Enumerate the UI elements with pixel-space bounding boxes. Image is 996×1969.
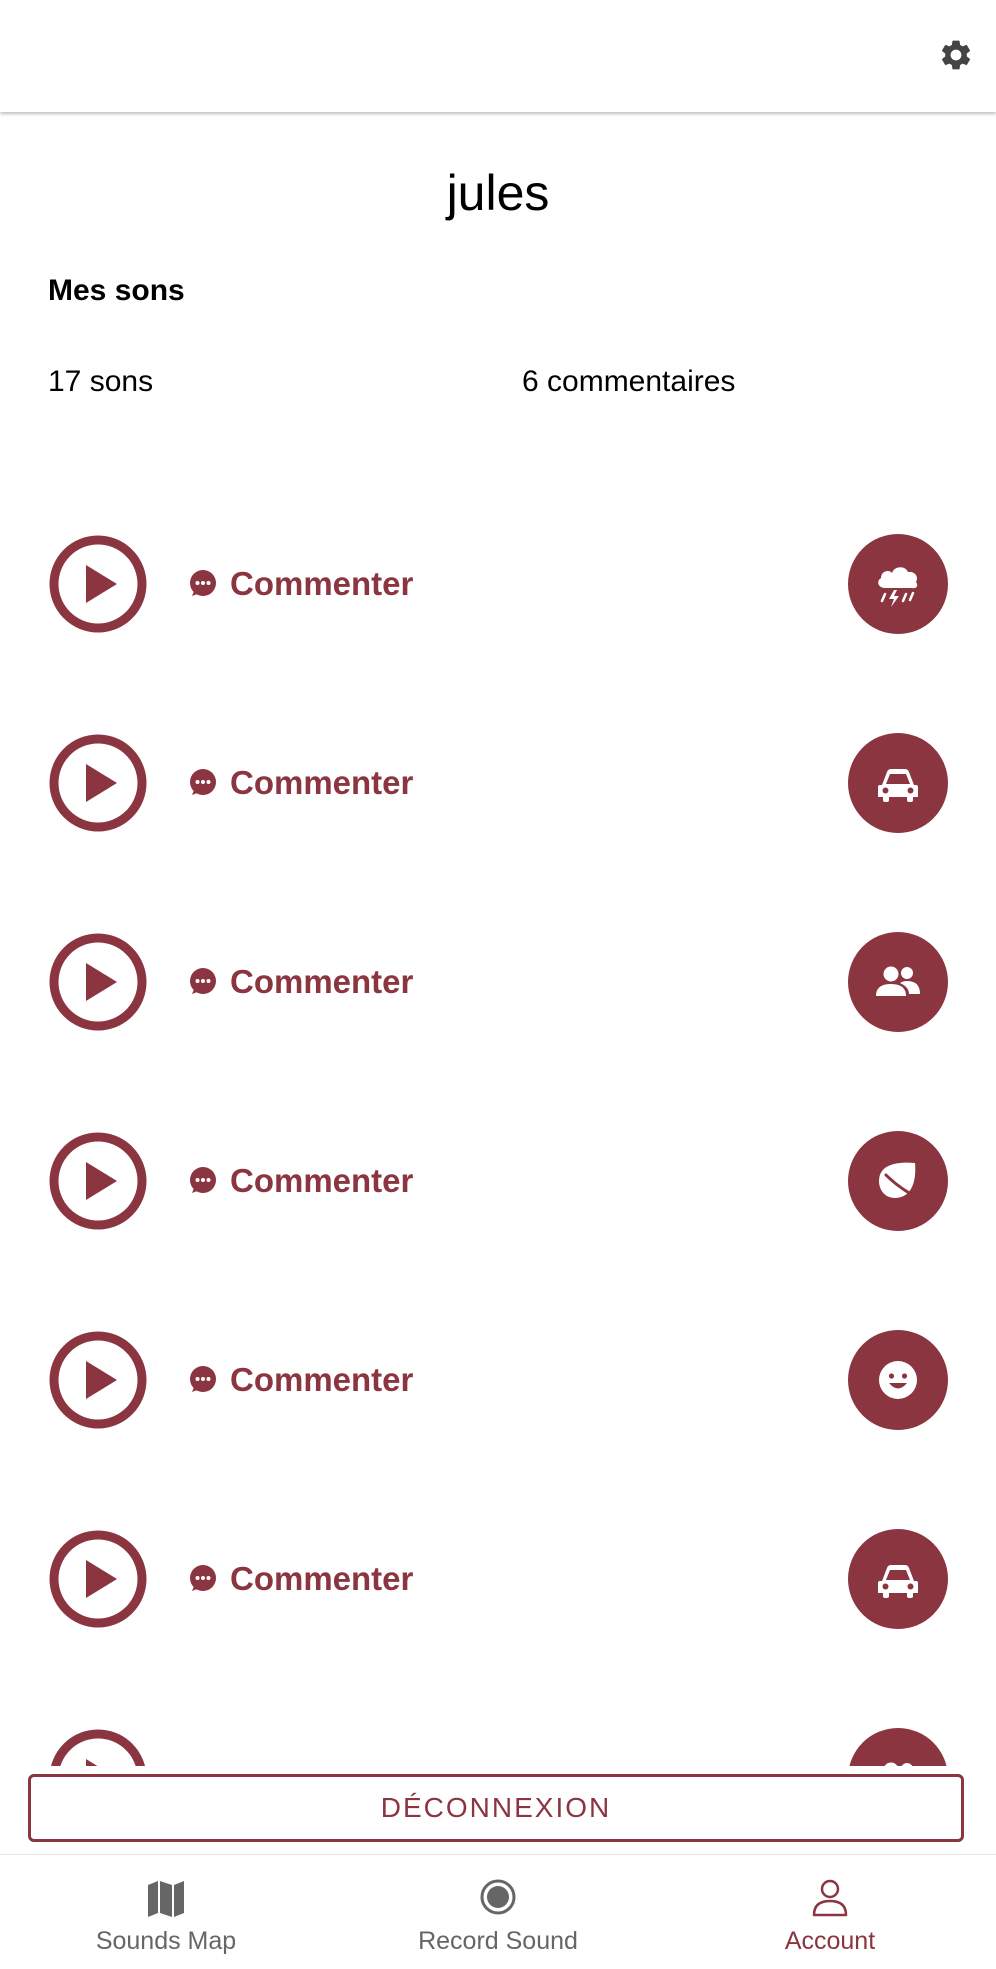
username-title: jules [446, 165, 550, 221]
smiley-icon [848, 1330, 948, 1430]
sound-row: Commenter [0, 1131, 996, 1330]
play-button[interactable] [48, 1529, 148, 1629]
comment-label: Commenter [230, 764, 414, 801]
map-icon [144, 1875, 188, 1919]
sound-row: Commenter [0, 932, 996, 1131]
sound-row: Commenter [0, 733, 996, 932]
speech-bubble-icon [188, 1564, 218, 1594]
gear-icon[interactable] [938, 37, 974, 73]
play-button[interactable] [48, 1131, 148, 1231]
speech-bubble-icon [188, 967, 218, 997]
account-content: jules Mes sons 17 sons 6 commentaires Co… [0, 112, 996, 1766]
comment-label: Commenter [230, 1560, 414, 1597]
storm-icon [848, 534, 948, 634]
logout-button[interactable]: DÉCONNEXION [28, 1774, 964, 1842]
comment-button[interactable]: Commenter [188, 1556, 413, 1602]
speech-bubble-icon [188, 569, 218, 599]
speech-bubble-icon [188, 768, 218, 798]
comment-button[interactable]: Commenter [188, 1158, 413, 1204]
leaf-icon [848, 1131, 948, 1231]
play-button[interactable] [48, 534, 148, 634]
bottom-navigation: Sounds Map Record Sound Account [0, 1854, 996, 1969]
speech-bubble-icon [188, 1166, 218, 1196]
nav-label: Account [784, 1927, 876, 1955]
comment-button[interactable]: Commenter [188, 959, 413, 1005]
play-button[interactable] [48, 1330, 148, 1430]
people-icon [848, 1728, 948, 1766]
comment-label: Commenter [230, 1162, 414, 1199]
sound-row: Commenter [0, 534, 996, 733]
speech-bubble-icon [188, 1365, 218, 1395]
comment-button[interactable]: Commenter [188, 760, 413, 806]
sound-row: Commenter [0, 1529, 996, 1728]
play-button[interactable] [48, 1728, 148, 1766]
nav-label: Sounds Map [95, 1927, 237, 1955]
car-icon [848, 1529, 948, 1629]
account-icon [808, 1875, 852, 1919]
play-button[interactable] [48, 733, 148, 833]
nav-sounds-map[interactable]: Sounds Map [0, 1855, 332, 1969]
record-icon [476, 1875, 520, 1919]
nav-account[interactable]: Account [664, 1855, 996, 1969]
comment-button[interactable]: Commenter [188, 1357, 413, 1403]
car-icon [848, 733, 948, 833]
nav-label: Record Sound [418, 1927, 578, 1955]
comment-label: Commenter [230, 963, 414, 1000]
sound-row: Commenter [0, 1330, 996, 1529]
sounds-list: Commenter Commenter Commenter Commenter … [0, 534, 996, 1766]
comment-label: Commenter [230, 1361, 414, 1398]
top-bar [0, 0, 996, 112]
comment-button[interactable]: Commenter [188, 561, 413, 607]
play-button[interactable] [48, 932, 148, 1032]
my-sounds-title: Mes sons [48, 274, 185, 307]
nav-record-sound[interactable]: Record Sound [332, 1855, 664, 1969]
people-icon [848, 932, 948, 1032]
sound-row [0, 1728, 996, 1766]
sounds-count: 17 sons [48, 365, 154, 398]
comment-label: Commenter [230, 565, 414, 602]
comments-count: 6 commentaires [522, 365, 736, 398]
